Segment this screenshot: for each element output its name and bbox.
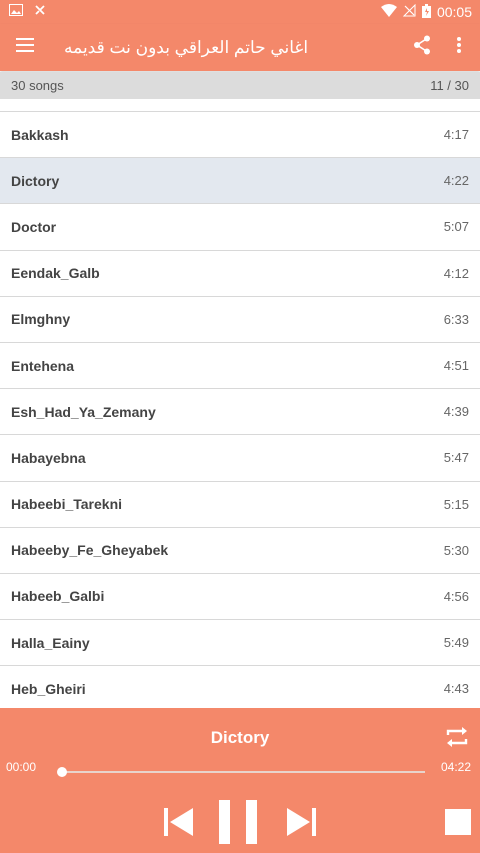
previous-button[interactable] (164, 808, 194, 836)
seek-thumb[interactable] (57, 767, 67, 777)
app-bar: اغاني حاتم العراقي بدون نت قديمه (0, 24, 480, 71)
song-title: Halla_Eainy (11, 634, 90, 651)
pause-button[interactable] (219, 800, 257, 844)
now-playing-title: Dictory (210, 728, 270, 747)
status-bar: 00:05 (0, 0, 480, 24)
seek-bar[interactable] (57, 767, 425, 777)
song-title: Elmghny (11, 311, 71, 328)
hamburger-icon (16, 38, 34, 57)
list-row-partial (0, 99, 480, 112)
song-title: Esh_Had_Ya_Zemany (11, 403, 156, 420)
song-title: Habeebi_Tarekni (11, 496, 123, 513)
song-duration: 4:17 (443, 127, 469, 143)
song-title: Eendak_Galb (11, 265, 100, 282)
usb-notification-icon (33, 3, 47, 22)
song-title: Habeeby_Fe_Gheyabek (11, 542, 169, 559)
repeat-button[interactable] (444, 724, 470, 750)
song-row[interactable]: Habayebna 5:47 (0, 435, 480, 482)
song-duration: 4:22 (443, 173, 469, 189)
player-panel: Dictory 00:00 04:22 (0, 708, 480, 853)
song-list[interactable]: Bakkash 4:17 Dictory 4:22 Doctor 5:07 Eenda… (0, 99, 480, 708)
battery-icon (421, 3, 431, 21)
track-position: 11 / 30 (430, 78, 469, 93)
song-duration: 5:49 (443, 635, 469, 651)
song-row[interactable]: Entehena 4:51 (0, 342, 480, 390)
song-duration: 4:39 (443, 404, 469, 420)
song-row[interactable]: Habeeb_Galbi 4:56 (0, 573, 480, 621)
song-duration: 4:12 (443, 265, 469, 281)
more-vert-icon (457, 37, 461, 58)
song-row[interactable]: Habeeby_Fe_Gheyabek 5:30 (0, 527, 480, 574)
song-title: Habeeb_Galbi (11, 588, 105, 605)
song-duration: 5:30 (443, 542, 469, 558)
song-row[interactable]: Halla_Eainy 5:49 (0, 620, 480, 667)
skip-next-icon (286, 808, 316, 840)
repeat-icon (444, 727, 470, 754)
overflow-menu-button[interactable] (442, 25, 476, 71)
song-title: Bakkash (11, 126, 69, 143)
song-duration: 5:15 (443, 496, 469, 512)
song-row[interactable]: Elmghny 6:33 (0, 296, 480, 343)
song-count: 30 songs (11, 78, 64, 93)
song-duration: 5:07 (443, 219, 469, 235)
no-signal-icon (402, 3, 416, 20)
song-title: Habayebna (11, 449, 86, 466)
skip-previous-icon (164, 808, 194, 840)
next-button[interactable] (286, 808, 316, 836)
song-title: Doctor (11, 218, 57, 235)
share-icon (413, 35, 431, 60)
song-duration: 4:51 (443, 358, 469, 374)
song-row[interactable]: Doctor 5:07 (0, 204, 480, 251)
song-row[interactable]: Esh_Had_Ya_Zemany 4:39 (0, 389, 480, 436)
pause-icon (219, 800, 257, 848)
wifi-icon (380, 4, 397, 20)
stop-button[interactable] (445, 809, 471, 835)
song-row[interactable]: Bakkash 4:17 (0, 112, 480, 159)
song-duration: 4:43 (443, 681, 469, 697)
song-title: Entehena (11, 357, 75, 374)
song-title: Dictory (11, 172, 60, 189)
total-time: 04:22 (440, 760, 471, 774)
song-title: Heb_Gheiri (11, 680, 86, 697)
song-row[interactable]: Habeebi_Tarekni 5:15 (0, 481, 480, 528)
gallery-notification-icon (9, 3, 23, 21)
menu-button[interactable] (2, 25, 48, 71)
song-row[interactable]: Eendak_Galb 4:12 (0, 250, 480, 297)
song-row[interactable]: Heb_Gheiri 4:43 (0, 666, 480, 708)
app-title: اغاني حاتم العراقي بدون نت قديمه (64, 37, 309, 57)
clock: 00:05 (436, 4, 472, 20)
song-duration: 5:47 (443, 450, 469, 466)
song-duration: 4:56 (443, 588, 469, 604)
current-time: 00:00 (6, 760, 37, 774)
share-button[interactable] (402, 25, 442, 71)
song-row-selected[interactable]: Dictory 4:22 (0, 158, 480, 205)
song-duration: 6:33 (443, 311, 469, 327)
song-count-header: 30 songs 11 / 30 (0, 72, 480, 99)
